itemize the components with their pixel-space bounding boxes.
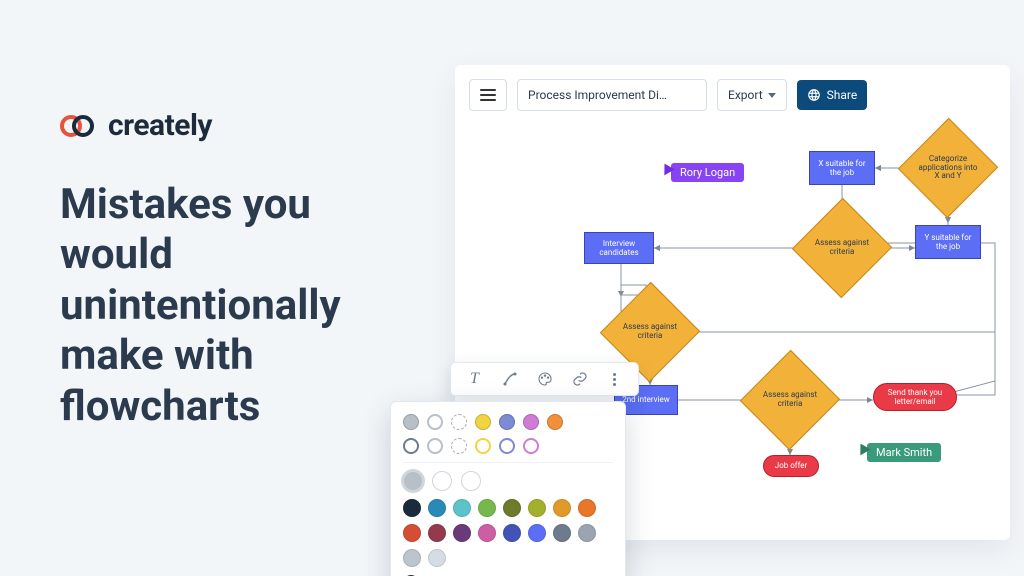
connector-tool-icon[interactable] — [501, 370, 519, 388]
color-swatch[interactable] — [553, 524, 571, 542]
node-interview[interactable]: Interview candidates — [584, 232, 654, 264]
app-window: Process Improvement Di… Export Share — [455, 65, 1010, 540]
color-swatch[interactable] — [578, 524, 596, 542]
node-label: Assess against criteria — [810, 239, 874, 257]
color-swatch[interactable] — [432, 471, 452, 491]
node-label: Send thank you letter/email — [877, 388, 953, 406]
node-label: Assess against criteria — [618, 323, 682, 341]
node-label: Interview candidates — [588, 239, 650, 257]
color-swatch[interactable] — [403, 438, 419, 454]
palette-row-stroke — [403, 438, 613, 454]
color-swatch[interactable] — [461, 471, 481, 491]
node-thank-you[interactable]: Send thank you letter/email — [873, 383, 957, 411]
node-y-suitable[interactable]: Y suitable for the job — [915, 225, 981, 259]
color-swatch[interactable] — [453, 499, 471, 517]
palette-grid — [403, 499, 613, 567]
color-swatch[interactable] — [403, 471, 423, 491]
color-swatch[interactable] — [428, 524, 446, 542]
color-swatch[interactable] — [523, 414, 539, 430]
more-tool-icon[interactable] — [606, 370, 624, 388]
color-swatch[interactable] — [475, 414, 491, 430]
color-swatch[interactable] — [553, 499, 571, 517]
headline: Mistakes you would unintentionally make … — [60, 180, 420, 432]
node-assess-1[interactable]: Assess against criteria — [807, 213, 877, 283]
presence-mark: Mark Smith — [857, 443, 941, 462]
color-swatch[interactable] — [427, 414, 443, 430]
presence-name: Rory Logan — [671, 163, 744, 182]
palette-tool-icon[interactable] — [536, 370, 554, 388]
color-swatch[interactable] — [428, 549, 446, 567]
node-job-offer[interactable]: Job offer — [763, 455, 819, 477]
color-swatch[interactable] — [451, 438, 467, 454]
node-assess-2[interactable]: Assess against criteria — [615, 297, 685, 367]
node-label: Y suitable for the job — [919, 233, 977, 251]
brand-logo: creately — [60, 108, 212, 143]
node-x-suitable[interactable]: X suitable for the job — [809, 151, 875, 185]
color-swatch[interactable] — [478, 524, 496, 542]
color-swatch[interactable] — [499, 438, 515, 454]
color-swatch[interactable] — [503, 499, 521, 517]
palette-big-swatches — [403, 471, 613, 491]
text-tool-icon[interactable]: T — [466, 370, 484, 388]
palette-separator — [403, 462, 613, 463]
palette-row-fill — [403, 414, 613, 430]
node-label: Categorize applications into X and Y — [916, 155, 980, 181]
node-label: Assess against criteria — [758, 391, 822, 409]
color-swatch[interactable] — [503, 524, 521, 542]
node-label: 2nd interview — [622, 395, 670, 404]
node-label: Job offer — [775, 461, 807, 470]
color-swatch[interactable] — [403, 549, 421, 567]
brand-name: creately — [108, 108, 212, 143]
link-tool-icon[interactable] — [571, 370, 589, 388]
color-swatch[interactable] — [427, 438, 443, 454]
color-swatch[interactable] — [547, 414, 563, 430]
color-swatch[interactable] — [499, 414, 515, 430]
color-swatch[interactable] — [451, 414, 467, 430]
quick-toolbar[interactable]: T — [450, 362, 639, 396]
color-swatch[interactable] — [578, 499, 596, 517]
color-swatch[interactable] — [403, 524, 421, 542]
color-swatch[interactable] — [478, 499, 496, 517]
node-categorize[interactable]: Categorize applications into X and Y — [913, 133, 983, 203]
color-swatch[interactable] — [528, 499, 546, 517]
color-palette-popup[interactable]: ＋ — [390, 401, 626, 576]
presence-rory: Rory Logan — [661, 163, 744, 182]
color-swatch[interactable] — [403, 499, 421, 517]
brand-mark — [60, 112, 98, 140]
color-swatch[interactable] — [523, 438, 539, 454]
color-swatch[interactable] — [453, 524, 471, 542]
presence-name: Mark Smith — [867, 443, 941, 462]
color-swatch[interactable] — [403, 414, 419, 430]
color-swatch[interactable] — [528, 524, 546, 542]
color-swatch[interactable] — [475, 438, 491, 454]
node-label: X suitable for the job — [813, 159, 871, 177]
color-swatch[interactable] — [428, 499, 446, 517]
node-assess-3[interactable]: Assess against criteria — [755, 365, 825, 435]
